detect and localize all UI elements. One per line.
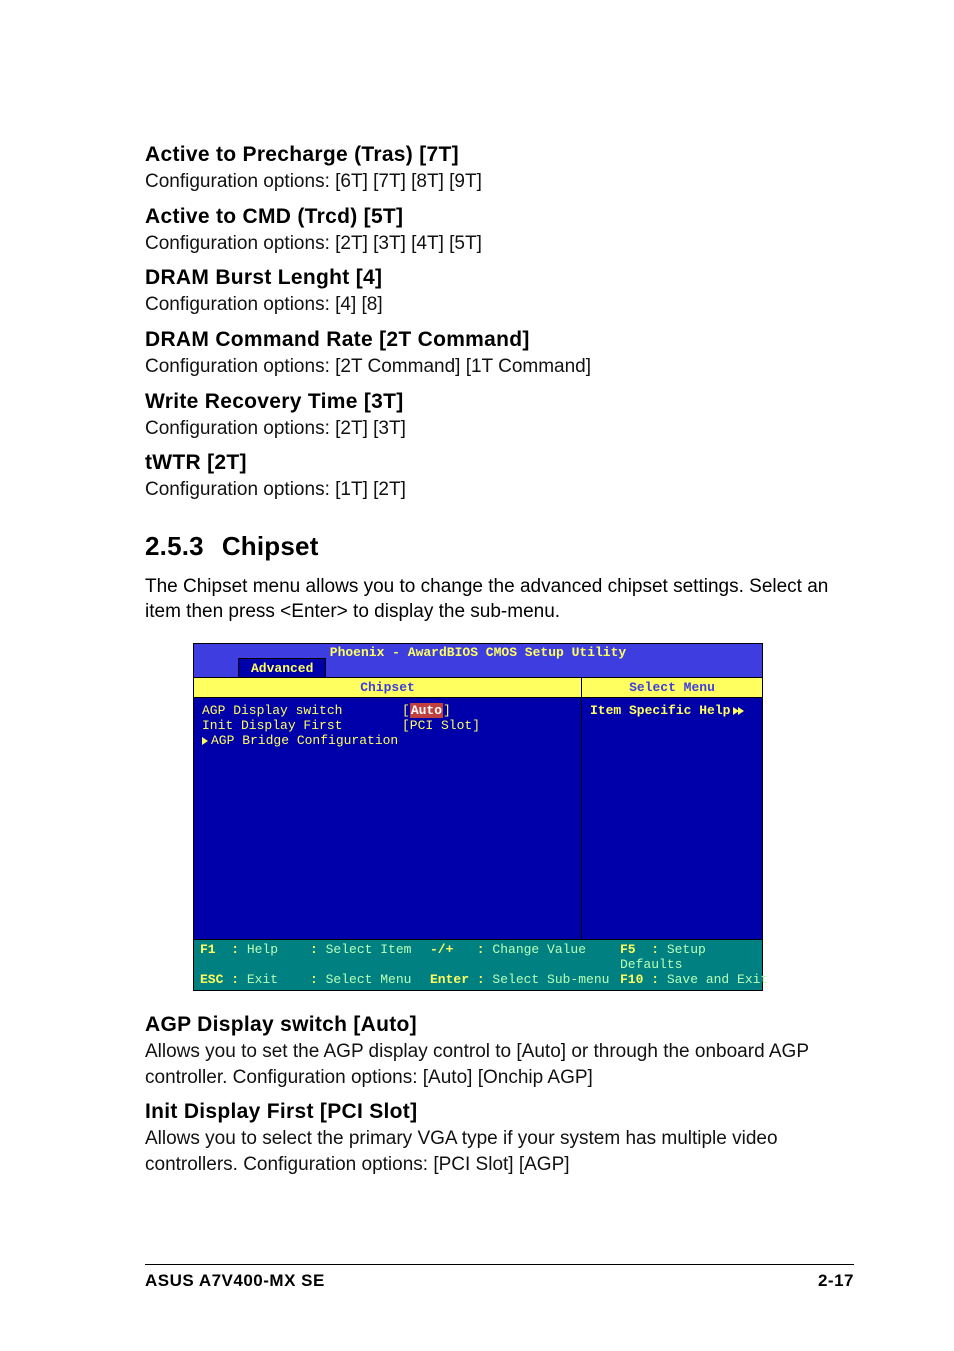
- bios-item-value: [PCI Slot]: [402, 718, 480, 733]
- item-heading: AGP Display switch [Auto]: [145, 1013, 854, 1037]
- bios-titlebar: Phoenix - AwardBIOS CMOS Setup Utility A…: [194, 644, 762, 678]
- item-heading: Write Recovery Time [3T]: [145, 390, 854, 414]
- section-title: Chipset: [222, 531, 319, 561]
- double-arrow-icon: [734, 707, 744, 715]
- item-body: Configuration options: [6T] [7T] [8T] [9…: [145, 169, 854, 195]
- bios-key: Enter : Select Sub-menu: [430, 972, 620, 987]
- section-intro: The Chipset menu allows you to change th…: [145, 574, 854, 625]
- bios-key-legend: F1 : Help : Select Item -/+ : Change Val…: [194, 940, 762, 990]
- item-heading: DRAM Command Rate [2T Command]: [145, 328, 854, 352]
- bios-key: F1 : Help: [200, 942, 310, 972]
- bios-item-value: [Auto]: [402, 703, 451, 718]
- item-body: Allows you to select the primary VGA typ…: [145, 1126, 854, 1177]
- bios-item[interactable]: AGP Bridge Configuration: [202, 733, 573, 748]
- item-heading: Active to CMD (Trcd) [5T]: [145, 205, 854, 229]
- bios-right-body: Item Specific Help: [582, 698, 762, 723]
- bios-screenshot: Phoenix - AwardBIOS CMOS Setup Utility A…: [193, 643, 763, 991]
- bios-left-title: Chipset: [194, 678, 581, 698]
- bios-item[interactable]: Init Display First [PCI Slot]: [202, 718, 573, 733]
- footer-page-number: 2-17: [818, 1271, 854, 1291]
- item-body: Configuration options: [2T Command] [1T …: [145, 354, 854, 380]
- bios-right-title: Select Menu: [582, 678, 762, 698]
- bios-left-pane: Chipset AGP Display switch [Auto] Init D…: [194, 678, 582, 939]
- item-body: Configuration options: [4] [8]: [145, 292, 854, 318]
- item-body: Configuration options: [2T] [3T] [4T] [5…: [145, 231, 854, 257]
- page-footer: ASUS A7V400-MX SE 2-17: [145, 1264, 854, 1291]
- item-body: Allows you to set the AGP display contro…: [145, 1039, 854, 1090]
- bios-right-pane: Select Menu Item Specific Help: [582, 678, 762, 939]
- submenu-pointer-icon: [202, 737, 208, 745]
- bios-key: -/+ : Change Value: [430, 942, 620, 972]
- item-heading: Active to Precharge (Tras) [7T]: [145, 143, 854, 167]
- item-heading: DRAM Burst Lenght [4]: [145, 266, 854, 290]
- item-body: Configuration options: [2T] [3T]: [145, 416, 854, 442]
- footer-product: ASUS A7V400-MX SE: [145, 1271, 325, 1291]
- bios-help-text: Item Specific Help: [590, 703, 754, 718]
- bios-item-label: AGP Bridge Configuration: [202, 733, 402, 748]
- bios-key: ESC : Exit: [200, 972, 310, 987]
- bios-body: Chipset AGP Display switch [Auto] Init D…: [194, 678, 762, 940]
- bios-key: : Select Menu: [310, 972, 430, 987]
- bios-item-label: Init Display First: [202, 718, 402, 733]
- bios-key: F10 : Save and Exit: [620, 972, 770, 987]
- item-body: Configuration options: [1T] [2T]: [145, 477, 854, 503]
- item-heading: Init Display First [PCI Slot]: [145, 1100, 854, 1124]
- section-heading: 2.5.3 Chipset: [145, 531, 854, 562]
- bios-left-body: AGP Display switch [Auto] Init Display F…: [194, 698, 581, 753]
- bios-key: F5 : Setup Defaults: [620, 942, 770, 972]
- page-content: Active to Precharge (Tras) [7T] Configur…: [0, 0, 954, 1178]
- bios-item-label: AGP Display switch: [202, 703, 402, 718]
- bios-item[interactable]: AGP Display switch [Auto]: [202, 703, 573, 718]
- bios-item-highlighted-value: Auto: [410, 703, 443, 718]
- section-number: 2.5.3: [145, 531, 204, 562]
- bios-key: : Select Item: [310, 942, 430, 972]
- bios-tab-advanced[interactable]: Advanced: [238, 658, 326, 677]
- item-heading: tWTR [2T]: [145, 451, 854, 475]
